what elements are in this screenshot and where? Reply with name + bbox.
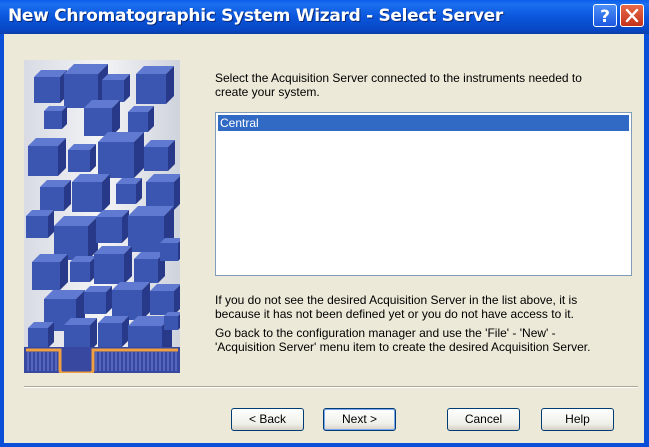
back-button[interactable]: < Back [231,408,304,431]
window-title: New Chromatographic System Wizard - Sele… [8,6,503,26]
server-listbox[interactable]: Central [215,112,632,276]
note-line-3: Go back to the configuration manager and… [215,326,556,340]
close-button[interactable] [620,4,644,27]
help-title-button[interactable]: ? [593,4,617,27]
list-item[interactable]: Central [218,115,629,131]
intro-line-2: create your system. [215,85,320,99]
close-icon [625,8,639,23]
note-line-1: If you do not see the desired Acquisitio… [215,293,578,307]
intro-line-1: Select the Acquisition Server connected … [215,71,582,85]
note-line-2: because it has not been defined yet or y… [215,307,574,321]
wizard-side-image [24,60,180,373]
next-button[interactable]: Next > [323,408,396,431]
question-icon: ? [600,7,610,26]
title-bar[interactable]: New Chromatographic System Wizard - Sele… [0,0,649,34]
button-separator [24,386,638,388]
note-line-4: 'Acquisition Server' menu item to create… [215,340,591,354]
wizard-window: New Chromatographic System Wizard - Sele… [0,0,649,447]
help-button[interactable]: Help [541,408,614,431]
cancel-button[interactable]: Cancel [447,408,520,431]
help-glyph: ? [600,7,610,26]
